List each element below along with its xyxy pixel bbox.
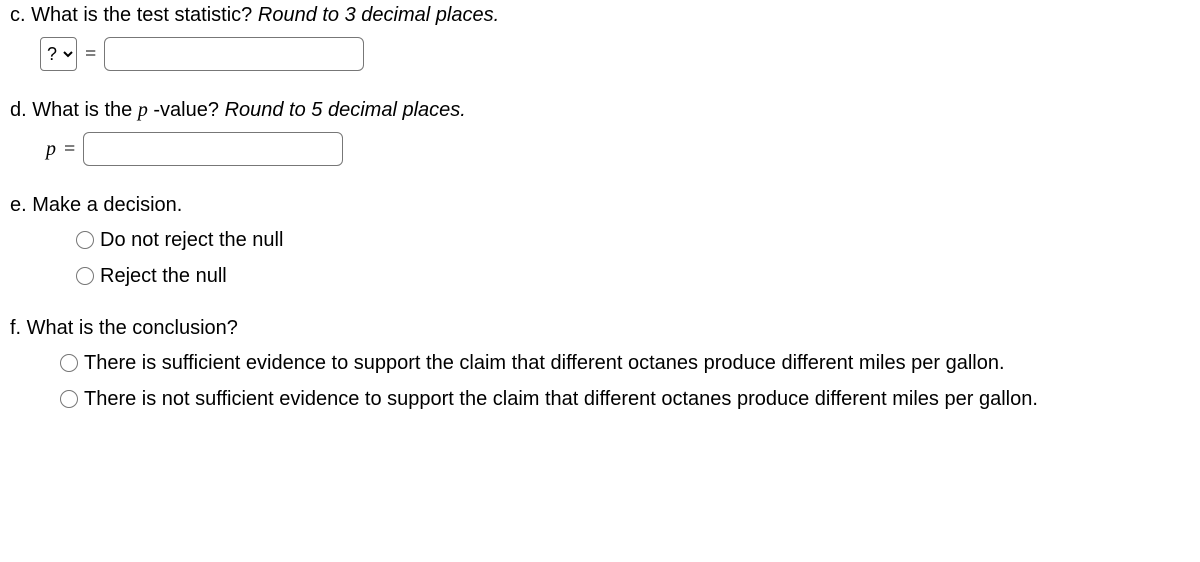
question-d-prompt: d. What is the p -value? Round to 5 deci…: [10, 99, 1190, 122]
radio-sufficient-evidence[interactable]: [60, 354, 78, 372]
question-f: f. What is the conclusion? There is suff…: [10, 317, 1190, 412]
option-label: There is not sufficient evidence to supp…: [84, 386, 1038, 412]
question-d: d. What is the p -value? Round to 5 deci…: [10, 99, 1190, 166]
option-sufficient-evidence[interactable]: There is sufficient evidence to support …: [60, 350, 1190, 376]
radio-do-not-reject[interactable]: [76, 231, 94, 249]
question-e-options: Do not reject the null Reject the null: [76, 227, 1190, 289]
test-statistic-symbol-select[interactable]: ?: [40, 37, 77, 71]
question-f-options: There is sufficient evidence to support …: [60, 350, 1190, 412]
question-c-text: c. What is the test statistic?: [10, 4, 258, 26]
question-e-prompt: e. Make a decision.: [10, 194, 1190, 217]
radio-not-sufficient-evidence[interactable]: [60, 390, 78, 408]
option-do-not-reject[interactable]: Do not reject the null: [76, 227, 1190, 253]
question-d-instruction: Round to 5 decimal places.: [225, 99, 466, 121]
p-value-input[interactable]: [83, 132, 343, 166]
question-d-text-lead: d. What is the: [10, 99, 138, 121]
question-e: e. Make a decision. Do not reject the nu…: [10, 194, 1190, 289]
option-label: Do not reject the null: [100, 227, 283, 253]
equals-sign: =: [64, 138, 75, 161]
option-reject[interactable]: Reject the null: [76, 263, 1190, 289]
option-not-sufficient-evidence[interactable]: There is not sufficient evidence to supp…: [60, 386, 1190, 412]
question-c-prompt: c. What is the test statistic? Round to …: [10, 4, 1190, 27]
question-d-var: p: [138, 99, 148, 121]
option-label: There is sufficient evidence to support …: [84, 350, 1005, 376]
question-d-text-mid: -value?: [148, 99, 225, 121]
question-c: c. What is the test statistic? Round to …: [10, 4, 1190, 71]
question-d-input-row: p =: [46, 132, 1190, 166]
question-f-prompt: f. What is the conclusion?: [10, 317, 1190, 340]
question-c-instruction: Round to 3 decimal places.: [258, 4, 499, 26]
option-label: Reject the null: [100, 263, 227, 289]
question-c-input-row: ? =: [40, 37, 1190, 71]
test-statistic-input[interactable]: [104, 37, 364, 71]
equals-sign: =: [85, 43, 96, 66]
radio-reject[interactable]: [76, 267, 94, 285]
p-label: p: [46, 138, 56, 161]
